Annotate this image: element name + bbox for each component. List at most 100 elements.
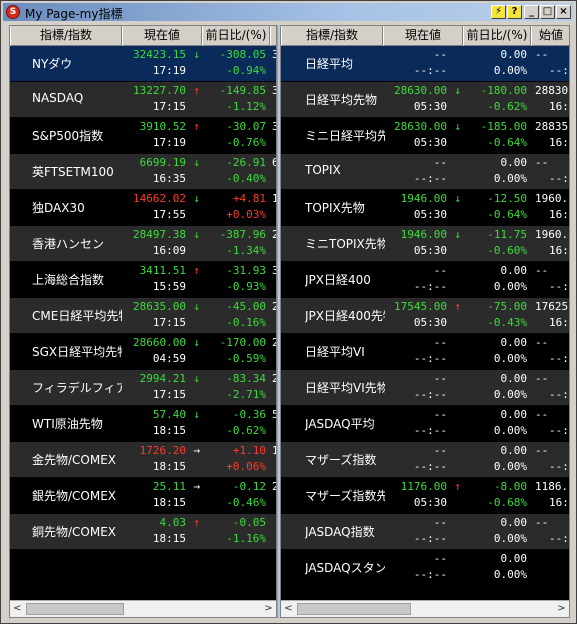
open-value: 28830.: [535, 84, 569, 97]
table-row[interactable]: CME日経平均先物28635.00↓17:15-45.00-0.16%2: [10, 298, 276, 333]
table-row[interactable]: マザーズ指数先物 1176.00 ↑ 05:30 -8.00 -0.68% 1186. 16:: [281, 478, 569, 513]
change-percent: -0.16%: [226, 316, 266, 329]
index-name: マザーズ指数先物: [305, 489, 385, 503]
price-value: --: [433, 408, 447, 421]
update-time: 04:59: [152, 352, 186, 365]
table-row[interactable]: 日経平均 -- --:-- 0.00 0.00% -- --:: [281, 46, 569, 81]
change-value: -0.12: [232, 480, 266, 493]
price-value: 57.40: [152, 408, 186, 421]
right-horizontal-scrollbar[interactable]: < >: [281, 600, 569, 617]
col-header-extra[interactable]: [270, 26, 276, 46]
change-percent: -0.68%: [487, 496, 527, 509]
table-row[interactable]: ミニTOPIX先物 1946.00 ↓ 05:30 -11.75 -0.60% 1960. 1…: [281, 226, 569, 261]
table-row[interactable]: 日経平均先物 28630.00 ↓ 05:30 -180.00 -0.62% 28830. 1…: [281, 82, 569, 117]
table-row[interactable]: S&P500指数3910.52↑17:19-30.07-0.76%3: [10, 118, 276, 153]
title-bar[interactable]: S My Page-my指標 ⚡ ? _ □ ×: [3, 3, 574, 21]
arrow-right-icon: →: [193, 444, 200, 457]
scroll-left-arrow-icon[interactable]: <: [281, 602, 296, 616]
index-name: 上海総合指数: [32, 273, 105, 287]
change-percent: -0.76%: [226, 136, 266, 149]
open-time: --:: [549, 532, 569, 545]
change-value: -26.91: [226, 156, 266, 169]
col-header-name[interactable]: 指標/指数: [10, 26, 122, 46]
scroll-left-arrow-icon[interactable]: <: [10, 602, 25, 616]
change-value: 0.00: [500, 516, 528, 529]
table-row[interactable]: JASDAQスタンダード -- --:-- 0.00 0.00%: [281, 550, 569, 585]
table-row[interactable]: JPX日経400先物 17545.00 ↑ 05:30 -75.00 -0.43% 1762…: [281, 298, 569, 333]
price-value: 28635.00: [133, 300, 186, 313]
table-row[interactable]: NYダウ32423.15↓17:19-308.05-0.94%32: [10, 46, 276, 81]
minimize-button[interactable]: _: [524, 5, 539, 19]
help-button[interactable]: ?: [507, 5, 522, 19]
change-percent: +0.06%: [226, 460, 266, 473]
change-percent: -0.93%: [226, 280, 266, 293]
table-row[interactable]: JPX日経400 -- --:-- 0.00 0.00% -- --:: [281, 262, 569, 297]
open-value: 1960.: [535, 192, 569, 205]
pin-icon[interactable]: ⚡: [491, 5, 506, 19]
update-time: --:--: [413, 388, 447, 401]
update-time: --:--: [413, 280, 447, 293]
index-name: TOPIX: [305, 163, 341, 177]
table-row[interactable]: 金先物/COMEX1726.20→18:15+1.10+0.06%1: [10, 442, 276, 477]
main-window: S My Page-my指標 ⚡ ? _ □ × 指標/指数 現在値 前日比/(…: [0, 0, 577, 624]
change-percent: +0.03%: [226, 208, 266, 221]
table-row[interactable]: 日経平均VI -- --:-- 0.00 0.00% -- --:: [281, 334, 569, 369]
change-value: 0.00: [500, 372, 528, 385]
table-row[interactable]: NASDAQ13227.70↑17:15-149.85-1.12%3: [10, 82, 276, 117]
index-name: JPX日経400先物: [305, 309, 385, 323]
table-row[interactable]: JASDAQ平均 -- --:-- 0.00 0.00% -- --:: [281, 406, 569, 441]
scroll-thumb[interactable]: [26, 603, 124, 615]
table-row[interactable]: 日経平均VI先物 -- --:-- 0.00 0.00% -- --:: [281, 370, 569, 405]
table-row[interactable]: 銀先物/COMEX25.11→18:15-0.12-0.46%2: [10, 478, 276, 513]
price-value: 3910.52: [139, 120, 186, 133]
table-row[interactable]: WTI原油先物57.40↓18:15-0.36-0.62%5: [10, 406, 276, 441]
col-header-price[interactable]: 現在値: [383, 26, 463, 46]
table-row[interactable]: フィラデルフィア半導体2994.21↓17:15-83.34-2.71%2: [10, 370, 276, 405]
scroll-right-arrow-icon[interactable]: >: [554, 602, 569, 616]
change-value: -308.05: [219, 48, 266, 61]
update-time: 17:19: [152, 136, 186, 149]
table-row[interactable]: 英FTSETM1006699.19↓16:35-26.91-0.40%6: [10, 154, 276, 189]
col-header-open[interactable]: 始値: [531, 26, 569, 46]
open-value: --: [535, 372, 549, 385]
table-row[interactable]: ミニ日経平均先物 28630.00 ↓ 05:30 -185.00 -0.64% 28835…: [281, 118, 569, 153]
col-header-name[interactable]: 指標/指数: [281, 26, 383, 46]
scroll-thumb[interactable]: [297, 603, 411, 615]
price-value: 17545.00: [394, 300, 447, 313]
table-row[interactable]: TOPIX -- --:-- 0.00 0.00% -- --:: [281, 154, 569, 189]
col-header-change[interactable]: 前日比/(%): [463, 26, 531, 46]
open-time: --:: [549, 64, 569, 77]
change-percent: 0.00%: [493, 352, 527, 365]
maximize-button[interactable]: □: [540, 5, 555, 19]
update-time: 17:19: [152, 64, 186, 77]
table-row[interactable]: JASDAQ指数 -- --:-- 0.00 0.00% -- --:: [281, 514, 569, 549]
change-percent: -2.71%: [226, 388, 266, 401]
open-time: --:: [549, 388, 569, 401]
change-value: 0.00: [500, 552, 528, 565]
open-time: --:: [549, 460, 569, 473]
price-value: --: [433, 156, 447, 169]
price-value: 28497.38: [133, 228, 186, 241]
price-value: --: [433, 516, 447, 529]
table-row[interactable]: 上海総合指数3411.51↑15:59-31.93-0.93%3: [10, 262, 276, 297]
table-row[interactable]: SGX日経平均先物28660.00↓04:59-170.00-0.59%2: [10, 334, 276, 369]
change-percent: -0.40%: [226, 172, 266, 185]
table-row[interactable]: TOPIX先物 1946.00 ↓ 05:30 -12.50 -0.64% 1960. 16:: [281, 190, 569, 225]
table-row[interactable]: 銅先物/COMEX 4.03 ↑ 18:15 -0.05 -1.16%: [10, 514, 276, 549]
table-row[interactable]: 独DAX3014662.02↓17:55+4.81+0.03%14: [10, 190, 276, 225]
table-row[interactable]: マザーズ指数 -- --:-- 0.00 0.00% -- --:: [281, 442, 569, 477]
arrow-down-icon: ↓: [193, 408, 200, 421]
col-header-change[interactable]: 前日比/(%): [202, 26, 270, 46]
update-time: --:--: [413, 64, 447, 77]
open-value: 28835.: [535, 120, 569, 133]
close-button[interactable]: ×: [556, 5, 571, 19]
change-percent: 0.00%: [493, 460, 527, 473]
table-row[interactable]: 香港ハンセン28497.38↓16:09-387.96-1.34%2: [10, 226, 276, 261]
index-name: 銅先物/COMEX: [32, 525, 117, 539]
scroll-right-arrow-icon[interactable]: >: [261, 602, 276, 616]
left-horizontal-scrollbar[interactable]: < >: [10, 600, 276, 617]
index-name: ミニTOPIX先物: [305, 237, 385, 251]
arrow-down-icon: ↓: [193, 300, 200, 313]
open-time: 16:: [549, 100, 569, 113]
col-header-price[interactable]: 現在値: [122, 26, 202, 46]
